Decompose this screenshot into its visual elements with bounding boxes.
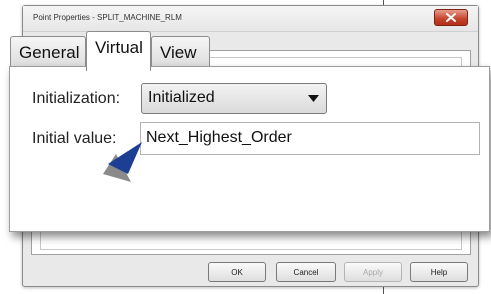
apply-button[interactable]: Apply <box>344 262 402 282</box>
arrow-pointer-icon <box>103 142 142 182</box>
bottom-marker-line <box>383 286 384 294</box>
window-title: Point Properties - SPLIT_MACHINE_RLM <box>33 13 182 22</box>
initial-value-text: Next_Highest_Order <box>146 129 292 146</box>
initialization-selected-value: Initialized <box>148 89 215 106</box>
ok-button[interactable]: OK <box>208 262 266 282</box>
close-button[interactable] <box>434 9 468 26</box>
chevron-down-icon <box>308 95 319 102</box>
tab-view[interactable]: View <box>151 36 210 68</box>
title-bar: Point Properties - SPLIT_MACHINE_RLM <box>23 6 478 32</box>
initial-value-field[interactable]: Next_Highest_Order <box>140 122 480 155</box>
cancel-button[interactable]: Cancel <box>276 262 336 282</box>
close-icon <box>446 13 456 22</box>
help-button[interactable]: Help <box>410 262 468 282</box>
tab-general[interactable]: General <box>10 36 86 68</box>
initialization-dropdown[interactable]: Initialized <box>141 83 327 114</box>
initialization-label: Initialization: <box>32 90 121 107</box>
tab-virtual[interactable]: Virtual <box>86 31 151 71</box>
